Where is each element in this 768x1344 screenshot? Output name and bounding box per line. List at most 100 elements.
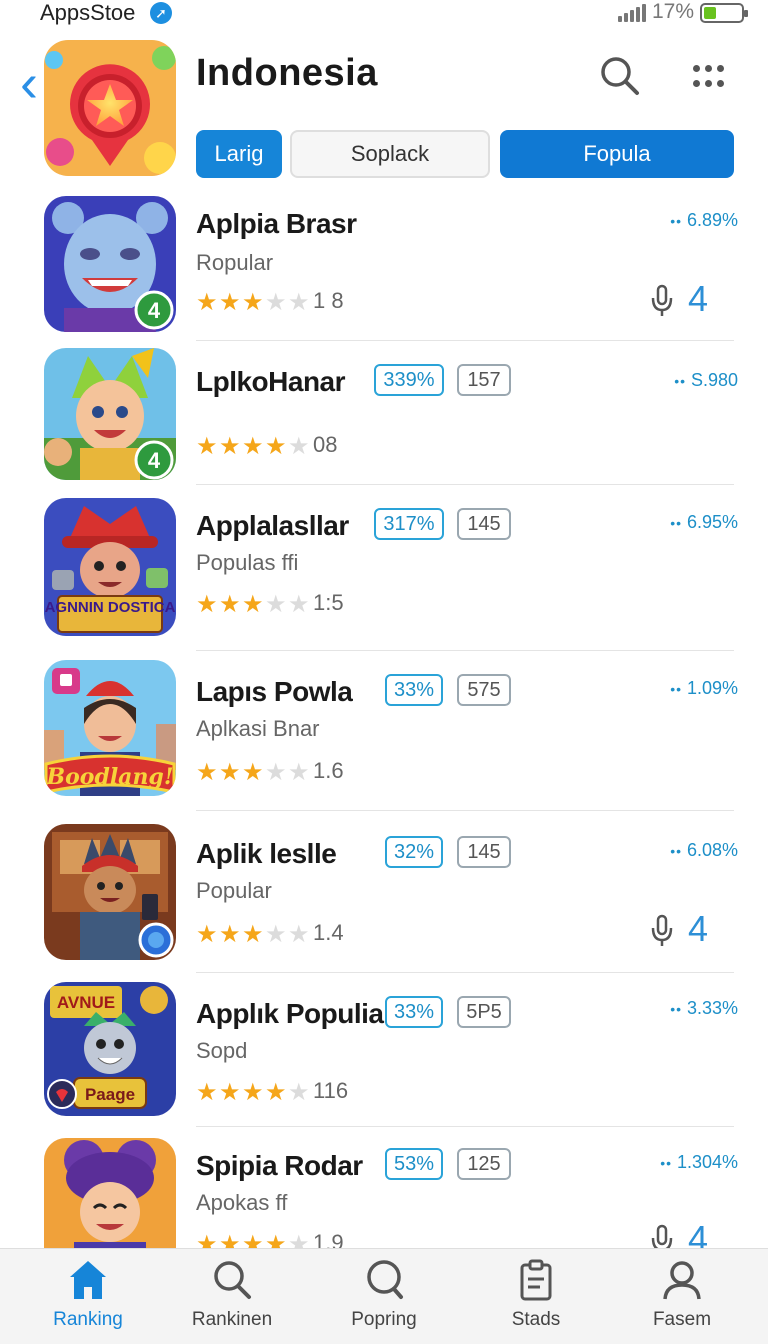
tab-soplack[interactable]: Soplack (290, 130, 490, 178)
star-icon: ★ (219, 289, 241, 316)
icon-badge: 4 (148, 448, 161, 473)
bottom-nav: Ranking Rankinen Popring Stads Fasem (0, 1248, 768, 1344)
page-title: Indonesia (196, 52, 378, 94)
percent-badge: 33% (385, 674, 443, 706)
icon-badge: 4 (148, 298, 161, 323)
divider (196, 1126, 734, 1127)
star-icon: ★ (196, 759, 218, 786)
microphone-icon[interactable] (650, 1224, 674, 1248)
app-metric: •• 1.09% (670, 678, 738, 698)
app-subtitle: Apokas ff (196, 1190, 288, 1215)
app-name: Spipia Rodar (196, 1150, 363, 1181)
star-rating: ★★★★★ 1.6 (196, 758, 344, 786)
count-badge: 5P5 (457, 996, 511, 1028)
grid-menu-button[interactable] (690, 62, 726, 92)
app-metric: •• 3.33% (670, 998, 738, 1018)
trailing-count: 4 (688, 908, 709, 949)
count-badge: 157 (457, 364, 511, 396)
dots-icon: •• (670, 213, 687, 229)
star-icon: ★ (196, 1079, 218, 1106)
dots-icon: •• (670, 681, 687, 697)
tab-larig[interactable]: Larig (196, 130, 282, 178)
trailing-count: 4 (688, 1218, 709, 1248)
percent-badge: 339% (374, 364, 444, 396)
star-icon: ★ (219, 591, 241, 618)
search-icon (601, 57, 639, 95)
list-item[interactable]: AGNNIN DOSTICA Applalasllar 317% 145 Pop… (0, 496, 768, 652)
filter-tabs: Larig Soplack Fopula (196, 130, 736, 180)
app-name: Applık Populia (196, 998, 384, 1029)
microphone-icon[interactable] (650, 284, 674, 318)
percent-badge: 53% (385, 1148, 443, 1180)
nav-fasem[interactable]: Fasem (622, 1259, 742, 1339)
star-icon: ★ (288, 591, 310, 618)
rating-count: 1.4 (313, 920, 344, 945)
star-icon: ★ (242, 759, 264, 786)
nav-stads[interactable]: Stads (476, 1259, 596, 1339)
store-badge-icon: ➚ (150, 2, 172, 24)
list-item[interactable]: Boodlang! Lapıs Powla 33% 575 Aplkasi Bn… (0, 660, 768, 812)
search-button[interactable] (598, 54, 642, 98)
list-item[interactable]: 4 Aplpia Brasr Ropular ★★★★★ 1 8 •• 6.89%… (0, 196, 768, 342)
count-badge: 145 (457, 836, 511, 868)
app-subtitle: Aplkasi Bnar (196, 716, 320, 741)
star-icon: ★ (242, 921, 264, 948)
nav-popring[interactable]: Popring (324, 1259, 444, 1339)
app-icon: AVNUE Paage (44, 982, 176, 1116)
star-icon: ★ (196, 433, 218, 460)
star-icon: ★ (265, 433, 287, 460)
star-rating: ★★★★★ 1:5 (196, 590, 344, 618)
divider (196, 650, 734, 651)
star-icon: ★ (265, 289, 287, 316)
rating-count: 1:5 (313, 590, 344, 615)
nav-rankinen[interactable]: Rankinen (172, 1259, 292, 1339)
star-icon: ★ (265, 591, 287, 618)
app-name: Aplik leslle (196, 838, 337, 869)
app-name: LplkoHanar (196, 366, 346, 397)
app-name: Applalasllar (196, 510, 349, 541)
status-bar: AppsStoe ➚ 17% (0, 0, 768, 28)
app-metric: •• 6.08% (670, 840, 738, 860)
battery-level (704, 7, 716, 19)
app-name: Aplpia Brasr (196, 208, 357, 239)
tab-fopula[interactable]: Fopula (500, 130, 734, 178)
divider (196, 972, 734, 973)
app-icon: Boodlang! (44, 660, 176, 796)
list-item[interactable]: Spipia Rodar 53% 125 Apokas ff ★★★★★ 1.9 … (0, 1136, 768, 1248)
clipboard-icon (520, 1259, 552, 1301)
star-icon: ★ (265, 759, 287, 786)
hero-app-icon (44, 40, 176, 176)
star-rating: ★★★★★ 1.4 (196, 920, 344, 948)
nav-ranking[interactable]: Ranking (28, 1259, 148, 1339)
star-icon: ★ (219, 921, 241, 948)
divider (196, 484, 734, 485)
star-icon: ★ (242, 1231, 264, 1249)
icon-label: Boodlang! (46, 764, 174, 790)
app-metric: •• 6.89% (670, 210, 738, 230)
star-icon: ★ (196, 591, 218, 618)
rating-count: 1.9 (313, 1230, 344, 1248)
dots-icon: •• (670, 843, 687, 859)
star-icon: ★ (219, 433, 241, 460)
microphone-icon[interactable] (650, 914, 674, 948)
star-rating: ★★★★★ 1 8 (196, 288, 344, 316)
app-metric: •• 6.95% (670, 512, 738, 532)
search-icon (214, 1261, 251, 1299)
dots-icon: •• (670, 515, 687, 531)
star-icon: ★ (288, 289, 310, 316)
star-icon: ★ (288, 759, 310, 786)
star-icon: ★ (265, 921, 287, 948)
list-item[interactable]: 4 LplkoHanar 339% 157 ★★★★★ 08 •• S.980 (0, 348, 768, 486)
dots-icon: •• (670, 1001, 687, 1017)
list-item[interactable]: AVNUE Paage Applık Populia 33% 5P5 Sopd … (0, 980, 768, 1127)
percent-badge: 317% (374, 508, 444, 540)
nav-label: Fasem (652, 1309, 712, 1330)
rating-count: 1 8 (313, 288, 344, 313)
list-item[interactable]: Aplik leslle 32% 145 Popular ★★★★★ 1.4 ••… (0, 822, 768, 973)
app-icon: AGNNIN DOSTICA (44, 498, 176, 636)
rating-count: 1.6 (313, 758, 344, 783)
star-icon: ★ (288, 1231, 310, 1249)
search-icon (367, 1260, 403, 1299)
app-metric: •• S.980 (674, 370, 738, 390)
star-icon: ★ (265, 1079, 287, 1106)
